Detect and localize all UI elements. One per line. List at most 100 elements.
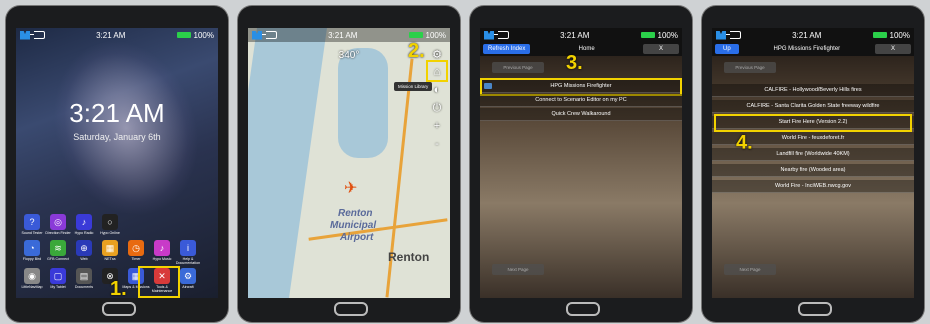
- app-glyph-icon: ▦: [102, 240, 118, 256]
- list-item[interactable]: Connect to Scenario Editor on my PC: [480, 94, 682, 107]
- home-button[interactable]: [798, 302, 832, 316]
- app-glyph-icon: ◷: [128, 240, 144, 256]
- close-button[interactable]: X: [643, 44, 679, 54]
- close-button[interactable]: X: [874, 44, 911, 54]
- list-item[interactable]: CALFIRE - Hollywood/Beverly Hills fires: [712, 84, 914, 97]
- water-body: [248, 28, 327, 298]
- tablet-home-screen: 3:21 AM 100% 3:21 AM Saturday, January 6…: [6, 6, 228, 322]
- highlight-box-start-fire: [714, 114, 912, 132]
- next-page-button[interactable]: Next Page: [724, 264, 776, 275]
- m-logo-icon: [252, 30, 262, 40]
- app-label: Hypo Online: [100, 231, 120, 235]
- highlight-box-library: [426, 60, 448, 82]
- status-time: 3:21 AM: [792, 30, 822, 40]
- battery-percent: 100%: [889, 30, 910, 40]
- lake: [338, 48, 388, 158]
- app-glyph-icon: ▤: [76, 268, 92, 284]
- battery-percent: 100%: [193, 30, 214, 40]
- m-logo-icon: [716, 30, 726, 40]
- app-icon-hypo-online[interactable]: ○ Hypo Online: [94, 214, 126, 235]
- list-item-label: Landfill fire (Worldwide 40KM): [776, 151, 850, 157]
- app-glyph-icon: ◔: [24, 240, 40, 256]
- battery-percent: 100%: [657, 30, 678, 40]
- map-label: Airport: [340, 232, 374, 243]
- layers-icon[interactable]: ◐: [430, 84, 444, 96]
- status-bar: 3:21 AM 100%: [248, 28, 450, 42]
- firefighter-list-screen: 3:21 AM 100% Up HPG Missions Firefighter…: [712, 28, 914, 298]
- status-time: 3:21 AM: [328, 30, 358, 40]
- app-glyph-icon: ⊕: [76, 240, 92, 256]
- app-glyph-icon: ?: [24, 214, 40, 230]
- list-title: HPG Missions Firefighter: [773, 46, 841, 52]
- list-item[interactable]: Landfill fire (Worldwide 40KM): [712, 148, 914, 161]
- app-icon-help-documentation[interactable]: i Help & Documentation: [172, 240, 204, 265]
- list-item-label: World Fire - feuxdeforet.fr: [781, 135, 845, 141]
- status-time: 3:21 AM: [560, 30, 590, 40]
- home-button[interactable]: [334, 302, 368, 316]
- list-toolbar: Up HPG Missions Firefighter X: [712, 42, 914, 56]
- highlight-box-maps: [138, 266, 180, 298]
- status-bar: 3:21 AM 100%: [480, 28, 682, 42]
- app-glyph-icon: ♪: [76, 214, 92, 230]
- list-item-label: CALFIRE - Santa Clarita Golden State fre…: [746, 103, 880, 109]
- status-bar: 3:21 AM 100%: [16, 28, 218, 42]
- battery-icon: [872, 32, 887, 38]
- list-item[interactable]: Quick Crew Walkaround: [480, 108, 682, 121]
- up-button[interactable]: Up: [715, 44, 739, 54]
- tablet-mission-list: 3:21 AM 100% Refresh Index Home X Previo…: [470, 6, 692, 322]
- map-label: Municipal: [330, 220, 377, 231]
- home-button[interactable]: [566, 302, 600, 316]
- status-bar: 3:21 AM 100%: [712, 28, 914, 42]
- list-item-label: CALFIRE - Hollywood/Beverly Hills fires: [764, 87, 862, 93]
- power-icon[interactable]: ⏻: [430, 102, 444, 115]
- plug-icon: [262, 31, 277, 39]
- lock-date: Saturday, January 6th: [73, 132, 161, 142]
- app-glyph-icon: i: [180, 240, 196, 256]
- app-glyph-icon: ◎: [50, 214, 66, 230]
- app-glyph-icon: ○: [102, 214, 118, 230]
- home-screen: 3:21 AM 100% 3:21 AM Saturday, January 6…: [16, 28, 218, 298]
- previous-page-button[interactable]: Previous Page: [724, 62, 776, 73]
- plug-icon: [494, 31, 509, 39]
- m-logo-icon: [484, 30, 494, 40]
- list-item[interactable]: Nearby fire (Wooded area): [712, 164, 914, 177]
- mission-home-screen: 3:21 AM 100% Refresh Index Home X Previo…: [480, 28, 682, 298]
- map-screen: 3:21 AM 100% 340° ⚙ ⌂ ◐ ⏻ + - Mission Li…: [248, 28, 450, 298]
- app-glyph-icon: ▢: [50, 268, 66, 284]
- battery-icon: [408, 32, 423, 38]
- list-item-label: Nearby fire (Wooded area): [780, 167, 846, 173]
- refresh-index-button[interactable]: Refresh Index: [483, 44, 531, 54]
- tablet-map-screen: 3:21 AM 100% 340° ⚙ ⌂ ◐ ⏻ + - Mission Li…: [238, 6, 460, 322]
- app-glyph-icon: ⚙: [180, 268, 196, 284]
- app-glyph-icon: ♪: [154, 240, 170, 256]
- battery-icon: [640, 32, 655, 38]
- tablet-firefighter-list: 3:21 AM 100% Up HPG Missions Firefighter…: [702, 6, 924, 322]
- battery-icon: [176, 32, 191, 38]
- plug-icon: [726, 31, 741, 39]
- list-item-label: World Fire - InciWEB.nwcg.gov: [774, 183, 851, 189]
- m-logo-icon: [20, 30, 30, 40]
- app-label: Documents: [74, 285, 94, 289]
- list-item-label: Connect to Scenario Editor on my PC: [535, 97, 627, 103]
- aircraft-icon: ✈: [344, 180, 358, 197]
- previous-page-button[interactable]: Previous Page: [492, 62, 544, 73]
- next-page-button[interactable]: Next Page: [492, 264, 544, 275]
- map-label: Renton: [388, 250, 430, 264]
- app-glyph-icon: ≋: [50, 240, 66, 256]
- step-number-3: 3.: [566, 52, 583, 74]
- step-number-2: 2.: [408, 40, 425, 62]
- plug-icon: [30, 31, 45, 39]
- list-item-label: Quick Crew Walkaround: [551, 111, 611, 117]
- zoom-in-icon[interactable]: +: [430, 120, 444, 132]
- home-button[interactable]: [102, 302, 136, 316]
- list-item[interactable]: CALFIRE - Santa Clarita Golden State fre…: [712, 100, 914, 113]
- lock-clock: 3:21 AM: [69, 98, 165, 128]
- step-number-1: 1.: [110, 278, 127, 298]
- status-time: 3:21 AM: [96, 30, 126, 40]
- tooltip-mission-library: Mission Library: [394, 82, 433, 91]
- battery-percent: 100%: [425, 30, 446, 40]
- list-item[interactable]: World Fire - InciWEB.nwcg.gov: [712, 180, 914, 193]
- app-glyph-icon: ◉: [24, 268, 40, 284]
- zoom-out-icon[interactable]: -: [430, 138, 444, 150]
- map-label: Renton: [338, 208, 373, 219]
